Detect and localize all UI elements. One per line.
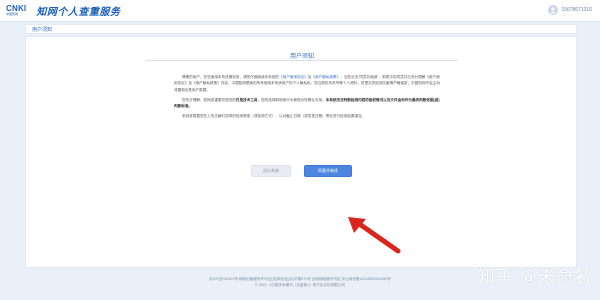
breadcrumb: 用户须知	[25, 24, 577, 34]
top-header: CNKI 中国知网 知网个人查重服务 15678671316	[0, 0, 600, 22]
user-agreement-link[interactable]: 《用户使用协议》	[279, 75, 308, 79]
notice-card: 用户须知 尊敬的用户，在您使用本系统服务前，请您仔细阅读本系统的《用户使用协议》…	[25, 36, 577, 268]
notice-emphasis: 仅是技术工具	[235, 97, 258, 102]
user-phone: 15678671316	[561, 7, 592, 13]
notice-content: 尊敬的用户，在您使用本系统服务前，请您仔细阅读本系统的《用户使用协议》及《用户隐…	[174, 74, 442, 123]
notice-text: ，您的选择和使用行为使现为您确认可用，	[257, 97, 326, 102]
zhihu-watermark: 知乎 @未命名	[477, 267, 592, 287]
notice-text: 您充分理解、知网查重服务提供的	[182, 97, 236, 102]
user-avatar-icon	[548, 5, 559, 15]
agree-continue-button[interactable]: 同意并继续	[304, 165, 352, 177]
site-title: 知网个人查重服务	[36, 7, 121, 18]
privacy-policy-link[interactable]: 《用户隐私政策》	[311, 75, 340, 79]
notice-title: 用户须知	[289, 54, 314, 60]
red-arrow-annotation-icon	[348, 217, 401, 254]
decline-exit-button[interactable]: 退出系统	[251, 165, 291, 177]
notice-paragraph-2: 您充分理解、知网查重服务提供的仅是技术工具，您的选择和使用行为使现为您确认可用，…	[174, 97, 442, 110]
notice-paragraph-1: 尊敬的用户，在您使用本系统服务前，请您仔细阅读本系统的《用户使用协议》及《用户隐…	[174, 74, 442, 93]
user-account[interactable]: 15678671316	[548, 5, 592, 15]
logo-subtext: 中国知网	[6, 12, 19, 16]
notice-text: 尊敬的用户，在您使用本系统服务前，请您仔细阅读本系统的	[182, 75, 280, 79]
notice-paragraph-3: 系统将根据您在上传文献时选择的检测类型（或检测方式），以对截止日期（或发表日期）…	[182, 114, 366, 119]
breadcrumb-item[interactable]: 用户须知	[32, 26, 52, 33]
cnki-logo[interactable]: CNKI 中国知网	[6, 0, 26, 22]
title-divider	[146, 60, 458, 61]
